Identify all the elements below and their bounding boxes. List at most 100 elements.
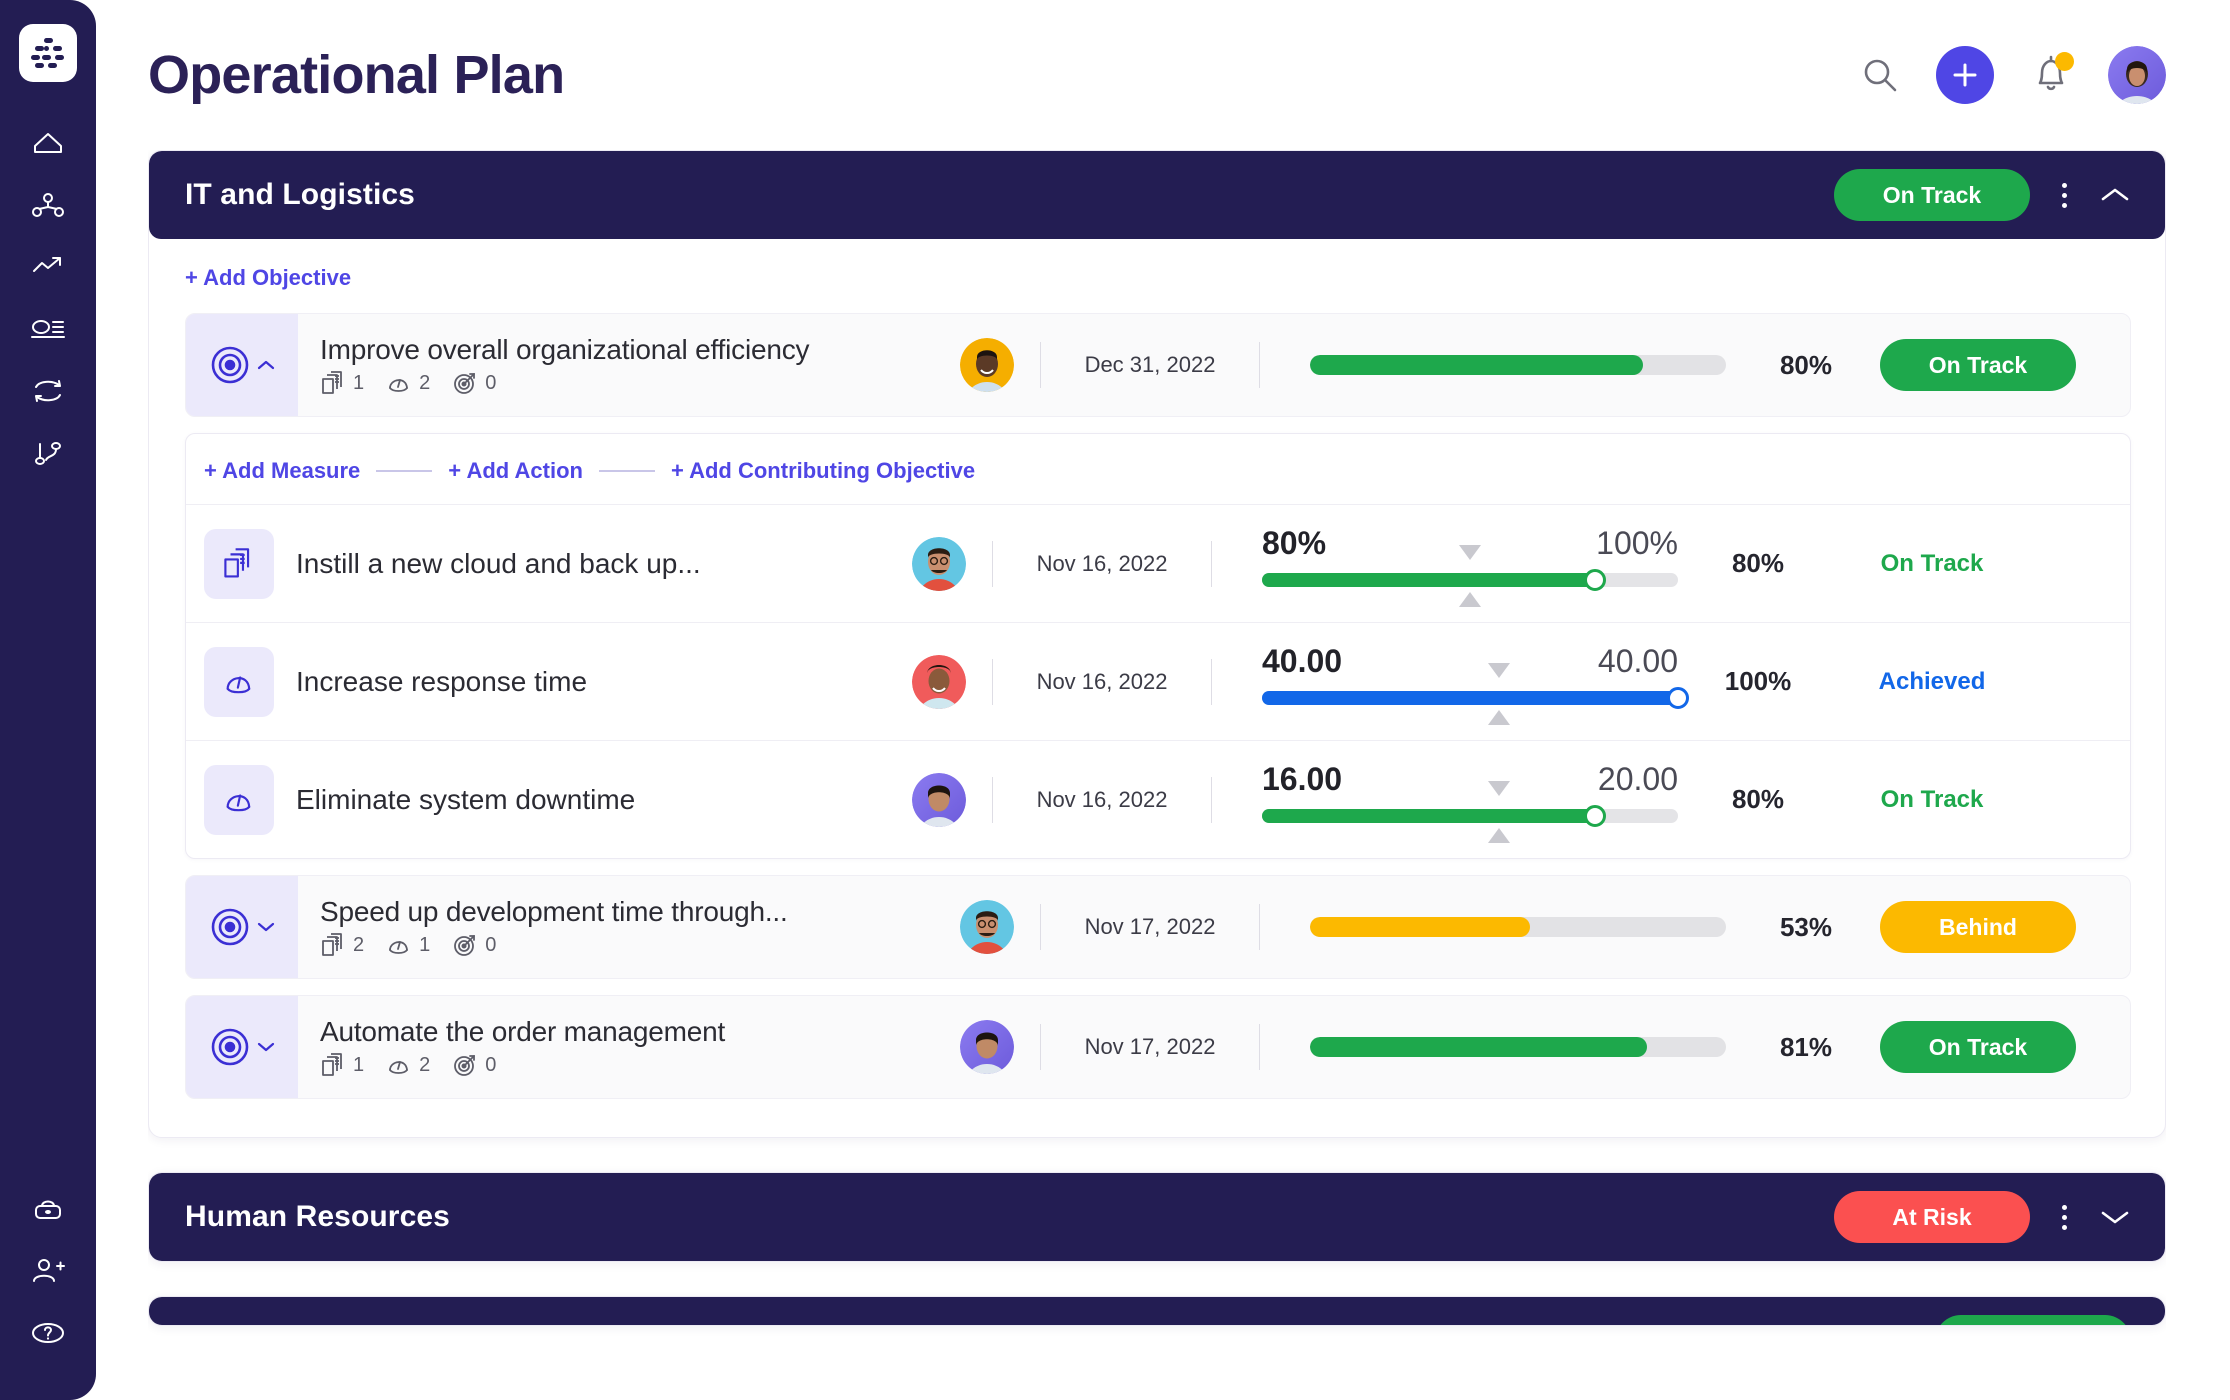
measure-row[interactable]: Increase response time Nov 16, 2022 40.0… — [186, 622, 2130, 740]
objective-children-value: 0 — [485, 371, 497, 394]
measure-title: Eliminate system downtime — [296, 783, 636, 815]
add-objective-link[interactable]: + Add Objective — [149, 239, 2165, 313]
add-action-link[interactable]: + Add Action — [448, 458, 583, 484]
divider — [992, 776, 993, 823]
objective-notes-value: 1 — [353, 1053, 365, 1076]
divider — [1259, 1024, 1260, 1070]
sidebar-item-reports[interactable] — [19, 298, 77, 360]
measure-owner-avatar[interactable] — [912, 536, 966, 591]
sidebar-item-help[interactable] — [19, 1302, 77, 1364]
objective-owner-avatar[interactable] — [960, 900, 1014, 954]
section-status-badge[interactable] — [1935, 1315, 2131, 1325]
measure-row[interactable]: Instill a new cloud and back up... Nov 1… — [186, 504, 2130, 622]
section-more-menu-icon[interactable] — [2056, 177, 2073, 214]
objective-chevron-up-icon — [257, 360, 275, 370]
divider — [992, 540, 993, 587]
measure-icon-cell — [204, 764, 274, 835]
target-icon — [211, 1028, 249, 1066]
search-button[interactable] — [1860, 55, 1900, 95]
top-bar-actions — [1860, 46, 2166, 104]
sections-scroll-area[interactable]: IT and Logistics On Track + Add Objectiv… — [148, 150, 2166, 1400]
measure-add-links: + Add Measure + Add Action + Add Contrib… — [186, 434, 2130, 504]
add-measure-link[interactable]: + Add Measure — [204, 458, 360, 484]
measure-slider[interactable]: 16.00 20.00 — [1262, 761, 1678, 843]
objective-icon-cell[interactable] — [186, 876, 298, 978]
measure-date: Nov 16, 2022 — [1036, 668, 1168, 694]
sidebar-item-cycles[interactable] — [19, 360, 77, 422]
logo-dots-icon — [31, 38, 64, 68]
objective-chevron-down-icon — [257, 922, 275, 932]
section-header[interactable] — [149, 1297, 2165, 1325]
refresh-cycle-icon — [35, 380, 61, 402]
measure-status: On Track — [1880, 549, 1984, 577]
objective-owner-avatar[interactable] — [960, 338, 1014, 392]
objective-status-badge[interactable]: On Track — [1880, 1021, 2076, 1073]
objective-status: On Track — [1880, 339, 2076, 391]
objective-children-value: 0 — [485, 1053, 497, 1076]
objective-owner-avatar[interactable] — [960, 1020, 1014, 1074]
section-expand-chevron-down-icon[interactable] — [2099, 1207, 2131, 1227]
sidebar-item-invite[interactable] — [19, 1240, 77, 1302]
objective-status-badge[interactable]: Behind — [1880, 901, 2076, 953]
sidebar-item-home[interactable] — [19, 112, 77, 174]
slider-fill — [1262, 808, 1595, 823]
target-arrow-icon — [454, 373, 476, 394]
divider — [1259, 904, 1260, 950]
section-more-menu-icon[interactable] — [2056, 1199, 2073, 1236]
document-stack-icon — [322, 1053, 342, 1076]
slider-knob[interactable] — [1667, 686, 1689, 709]
measure-owner-avatar[interactable] — [912, 654, 966, 709]
sidebar-item-alignment[interactable] — [19, 422, 77, 484]
objective-row[interactable]: Automate the order management 1 2 0 Nov … — [185, 995, 2131, 1099]
slider-fill — [1262, 690, 1678, 705]
objective-status-badge[interactable]: On Track — [1880, 339, 2076, 391]
slider-knob[interactable] — [1583, 804, 1606, 827]
divider — [992, 658, 993, 705]
objective-title: Speed up development time through... — [320, 896, 788, 927]
user-avatar[interactable] — [2108, 46, 2166, 104]
slider-rail — [1262, 804, 1678, 827]
objective-row[interactable]: Speed up development time through... 2 1… — [185, 875, 2131, 979]
measure-current-value: 40.00 — [1262, 642, 1343, 679]
target-marker-up-icon — [1488, 662, 1511, 678]
sidebar-item-performance[interactable] — [19, 236, 77, 298]
objective-icon-cell[interactable] — [186, 996, 298, 1098]
app-logo[interactable] — [19, 24, 77, 82]
target-arrow-icon — [454, 1055, 476, 1076]
section-status-badge[interactable]: At Risk — [1834, 1191, 2030, 1243]
measure-owner-avatar[interactable] — [912, 772, 966, 827]
page-title: Operational Plan — [148, 45, 565, 105]
search-icon — [1864, 59, 1897, 92]
measure-row[interactable]: Eliminate system downtime Nov 16, 2022 1… — [186, 740, 2130, 858]
measure-values: 16.00 20.00 — [1262, 761, 1678, 798]
section-header[interactable]: Human Resources At Risk — [149, 1173, 2165, 1261]
notifications-button[interactable] — [2030, 52, 2074, 97]
measure-slider[interactable]: 40.00 40.00 — [1262, 643, 1689, 725]
section-header[interactable]: IT and Logistics On Track — [149, 151, 2165, 239]
slider-knob[interactable] — [1583, 568, 1606, 591]
section-status-badge[interactable]: On Track — [1834, 169, 2030, 221]
objective-icon-cell[interactable] — [186, 314, 298, 416]
divider — [1040, 904, 1041, 950]
measure-target-value: 40.00 — [1597, 642, 1678, 679]
lock-icon — [35, 1200, 61, 1219]
measure-status: On Track — [1880, 785, 1984, 813]
divider — [1259, 342, 1260, 388]
add-contributing-objective-link[interactable]: + Add Contributing Objective — [671, 458, 975, 484]
measure-current-value: 80% — [1262, 524, 1327, 561]
objective-chevron-down-icon — [257, 1042, 275, 1052]
trending-up-icon — [33, 257, 61, 272]
divider — [1211, 776, 1212, 823]
objective-row[interactable]: Improve overall organizational efficienc… — [185, 313, 2131, 417]
measure-slider[interactable]: 80% 100% — [1262, 524, 1678, 607]
measure-date: Nov 16, 2022 — [1036, 550, 1168, 576]
add-button[interactable] — [1936, 46, 1994, 104]
objective-children-count: 0 — [452, 1052, 496, 1078]
section-collapse-chevron-up-icon[interactable] — [2099, 185, 2131, 205]
document-stack-icon — [322, 371, 342, 394]
measure-values: 40.00 40.00 — [1262, 643, 1678, 680]
objective-measures-value: 2 — [419, 371, 431, 394]
objective-meta: 1 2 0 — [320, 1052, 960, 1078]
sidebar-item-security[interactable] — [19, 1178, 77, 1240]
sidebar-item-organization[interactable] — [19, 174, 77, 236]
